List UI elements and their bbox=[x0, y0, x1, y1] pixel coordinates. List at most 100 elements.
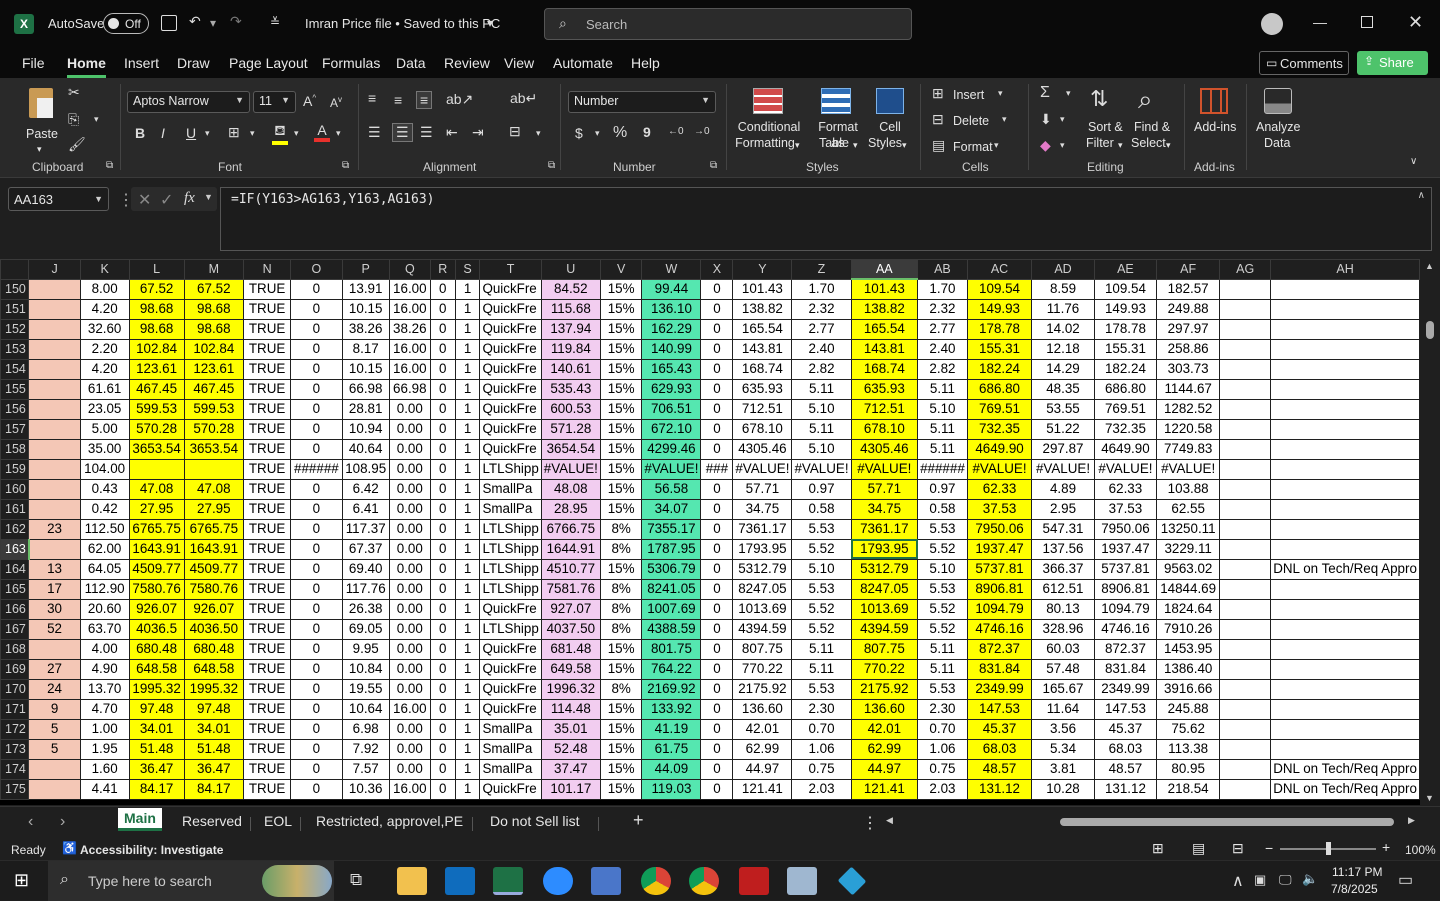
cell-Q171[interactable]: 16.00 bbox=[388, 698, 431, 720]
cell-AH159[interactable] bbox=[1270, 458, 1420, 480]
cell-Q170[interactable]: 0.00 bbox=[388, 678, 431, 700]
row-header[interactable]: 159 bbox=[0, 458, 30, 480]
cell-X166[interactable]: 0 bbox=[700, 598, 734, 620]
cell-AF171[interactable]: 245.88 bbox=[1156, 698, 1221, 720]
cell-K157[interactable]: 5.00 bbox=[79, 418, 130, 440]
cell-Z174[interactable]: 0.75 bbox=[791, 758, 852, 780]
cell-W157[interactable]: 672.10 bbox=[641, 418, 702, 440]
cell-AB174[interactable]: 0.75 bbox=[917, 758, 968, 780]
cell-O167[interactable]: 0 bbox=[290, 618, 343, 640]
cell-AF164[interactable]: 9563.02 bbox=[1156, 558, 1221, 580]
column-header[interactable]: Q bbox=[388, 259, 431, 280]
merge-dropdown-icon[interactable]: ▾ bbox=[536, 128, 541, 139]
cell-AE164[interactable]: 5737.81 bbox=[1093, 558, 1158, 580]
scroll-up-icon[interactable]: ▲ bbox=[1425, 261, 1434, 271]
zoom-in-icon[interactable]: + bbox=[1382, 839, 1390, 855]
cell-AC156[interactable]: 769.51 bbox=[966, 398, 1033, 420]
cell-L161[interactable]: 27.95 bbox=[128, 498, 185, 520]
cell-Y163[interactable]: 1793.95 bbox=[732, 538, 793, 560]
cell-AD173[interactable]: 5.34 bbox=[1031, 738, 1095, 760]
cell-P154[interactable]: 10.15 bbox=[341, 358, 390, 380]
cell-AF168[interactable]: 1453.95 bbox=[1156, 638, 1221, 660]
row-header[interactable]: 157 bbox=[0, 418, 30, 440]
cell-AD155[interactable]: 48.35 bbox=[1031, 378, 1095, 400]
cell-AF163[interactable]: 3229.11 bbox=[1156, 538, 1221, 560]
cell-AG152[interactable] bbox=[1219, 318, 1272, 340]
cell-W165[interactable]: 8241.05 bbox=[641, 578, 702, 600]
column-header[interactable]: Z bbox=[791, 259, 852, 280]
row-header[interactable]: 161 bbox=[0, 498, 30, 520]
cell-O154[interactable]: 0 bbox=[290, 358, 343, 380]
cell-Y161[interactable]: 34.75 bbox=[732, 498, 793, 520]
row-header[interactable]: 175 bbox=[0, 778, 30, 800]
cell-T167[interactable]: LTLShipp bbox=[479, 618, 542, 640]
cell-V168[interactable]: 15% bbox=[599, 638, 643, 660]
cell-AC164[interactable]: 5737.81 bbox=[966, 558, 1033, 580]
cell-Q156[interactable]: 0.00 bbox=[388, 398, 431, 420]
cell-S158[interactable]: 1 bbox=[454, 438, 481, 460]
cell-T161[interactable]: SmallPa bbox=[479, 498, 542, 520]
cell-AH156[interactable] bbox=[1270, 398, 1420, 420]
formula-input[interactable]: =IF(Y163>AG163,Y163,AG163) ∧ bbox=[220, 187, 1432, 251]
clipboard-launcher-icon[interactable]: ⧉ bbox=[106, 160, 113, 171]
cell-AD167[interactable]: 328.96 bbox=[1031, 618, 1095, 640]
cell-Q153[interactable]: 16.00 bbox=[388, 338, 431, 360]
cell-J170[interactable]: 24 bbox=[28, 678, 81, 700]
autosum-icon[interactable]: Σ bbox=[1040, 84, 1050, 102]
cell-AD157[interactable]: 51.22 bbox=[1031, 418, 1095, 440]
paste-button[interactable]: Paste ▾ bbox=[25, 84, 61, 154]
row-header[interactable]: 150 bbox=[0, 278, 30, 300]
cell-AA153[interactable]: 143.81 bbox=[850, 338, 919, 360]
cell-U172[interactable]: 35.01 bbox=[540, 718, 601, 740]
cell-P161[interactable]: 6.41 bbox=[341, 498, 390, 520]
cell-AH151[interactable] bbox=[1270, 298, 1420, 320]
cell-R169[interactable]: 0 bbox=[429, 658, 456, 680]
cell-AG151[interactable] bbox=[1219, 298, 1272, 320]
cell-Z172[interactable]: 0.70 bbox=[791, 718, 852, 740]
cell-S151[interactable]: 1 bbox=[454, 298, 481, 320]
cell-O158[interactable]: 0 bbox=[290, 438, 343, 460]
cell-AE165[interactable]: 8906.81 bbox=[1093, 578, 1158, 600]
cell-Q172[interactable]: 0.00 bbox=[388, 718, 431, 740]
cell-Y162[interactable]: 7361.17 bbox=[732, 518, 793, 540]
cell-P162[interactable]: 117.37 bbox=[341, 518, 390, 540]
cell-AB162[interactable]: 5.53 bbox=[917, 518, 968, 540]
cell-K151[interactable]: 4.20 bbox=[79, 298, 130, 320]
cell-R151[interactable]: 0 bbox=[429, 298, 456, 320]
cell-AE167[interactable]: 4746.16 bbox=[1093, 618, 1158, 640]
cell-R165[interactable]: 0 bbox=[429, 578, 456, 600]
zoom-thumb[interactable] bbox=[1326, 842, 1331, 855]
cell-S153[interactable]: 1 bbox=[454, 338, 481, 360]
cell-AG171[interactable] bbox=[1219, 698, 1272, 720]
cell-K169[interactable]: 4.90 bbox=[79, 658, 130, 680]
cell-J155[interactable] bbox=[28, 378, 81, 400]
cell-P164[interactable]: 69.40 bbox=[341, 558, 390, 580]
cell-W154[interactable]: 165.43 bbox=[641, 358, 702, 380]
cell-T151[interactable]: QuickFre bbox=[479, 298, 542, 320]
horizontal-scrollbar[interactable]: ◀ ▶ bbox=[884, 813, 1420, 831]
cell-S150[interactable]: 1 bbox=[454, 278, 481, 300]
cell-S166[interactable]: 1 bbox=[454, 598, 481, 620]
cell-AF157[interactable]: 1220.58 bbox=[1156, 418, 1221, 440]
cell-Z161[interactable]: 0.58 bbox=[791, 498, 852, 520]
cancel-formula-icon[interactable]: ✕ bbox=[138, 190, 151, 210]
cell-AA152[interactable]: 165.54 bbox=[850, 318, 919, 340]
cell-X168[interactable]: 0 bbox=[700, 638, 734, 660]
cell-Q154[interactable]: 16.00 bbox=[388, 358, 431, 380]
column-header[interactable]: AD bbox=[1031, 259, 1095, 280]
cell-AB171[interactable]: 2.30 bbox=[917, 698, 968, 720]
cell-V163[interactable]: 8% bbox=[599, 538, 643, 560]
column-header[interactable]: O bbox=[290, 259, 343, 280]
cell-J160[interactable] bbox=[28, 478, 81, 500]
app-diamond-icon[interactable] bbox=[837, 866, 867, 896]
cell-P168[interactable]: 9.95 bbox=[341, 638, 390, 660]
filename-chevron-icon[interactable]: ▾ bbox=[487, 16, 493, 30]
cell-R158[interactable]: 0 bbox=[429, 438, 456, 460]
cell-AF166[interactable]: 1824.64 bbox=[1156, 598, 1221, 620]
cell-X167[interactable]: 0 bbox=[700, 618, 734, 640]
cell-P158[interactable]: 40.64 bbox=[341, 438, 390, 460]
cell-U162[interactable]: 6766.75 bbox=[540, 518, 601, 540]
column-header[interactable]: Y bbox=[732, 259, 793, 280]
menu-draw[interactable]: Draw bbox=[177, 55, 210, 71]
cell-K172[interactable]: 1.00 bbox=[79, 718, 130, 740]
